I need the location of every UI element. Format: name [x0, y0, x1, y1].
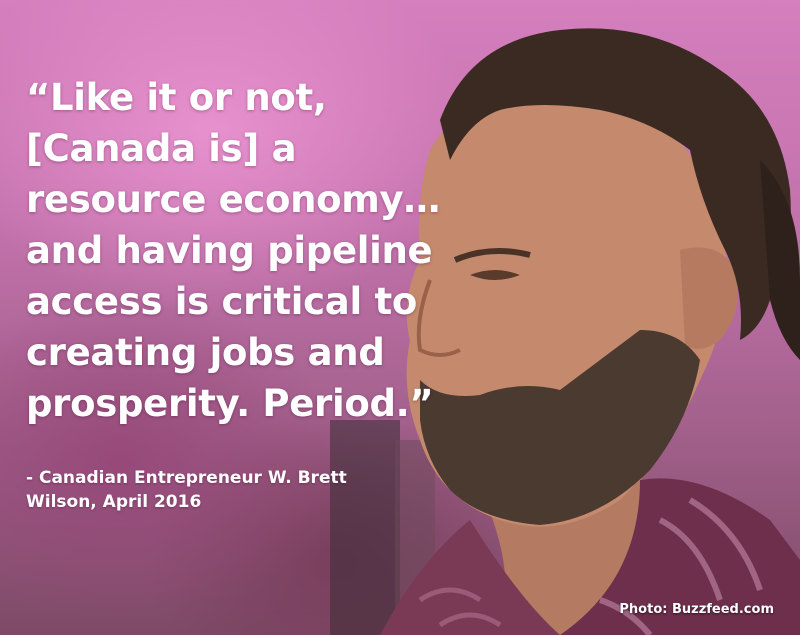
background-bokeh — [330, 420, 400, 635]
ear — [680, 247, 738, 349]
photo-credit: Photo: Buzzfeed.com — [619, 602, 774, 617]
quote-attribution: - Canadian Entrepreneur W. Brett Wilson,… — [26, 468, 347, 512]
quote-card: “Like it or not, [Canada is] a resource … — [0, 0, 800, 635]
quote-text: “Like it or not, [Canada is] a resource … — [26, 76, 441, 425]
